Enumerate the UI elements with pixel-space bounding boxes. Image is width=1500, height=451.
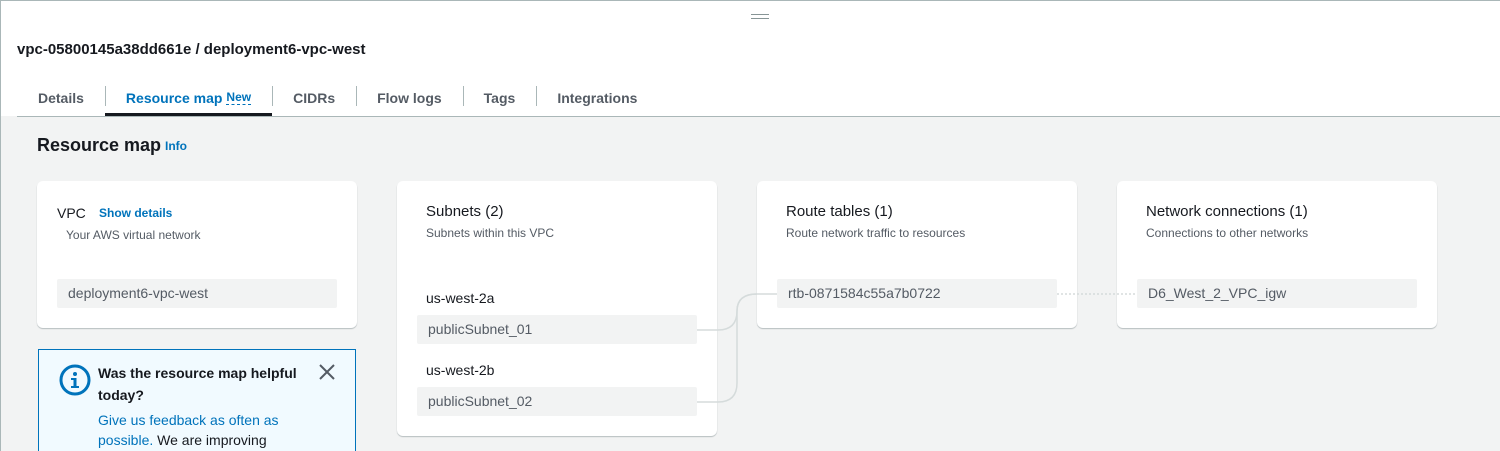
feedback-body-text: We are improving [153, 432, 267, 448]
close-icon[interactable] [317, 362, 337, 382]
connector-line [697, 293, 758, 403]
feedback-body: Give us feedback as often as possible. W… [98, 410, 313, 450]
info-circle-icon [59, 364, 91, 396]
feedback-alert: Was the resource map helpful today? Give… [38, 349, 356, 451]
feedback-title: Was the resource map helpful today? [98, 365, 297, 403]
